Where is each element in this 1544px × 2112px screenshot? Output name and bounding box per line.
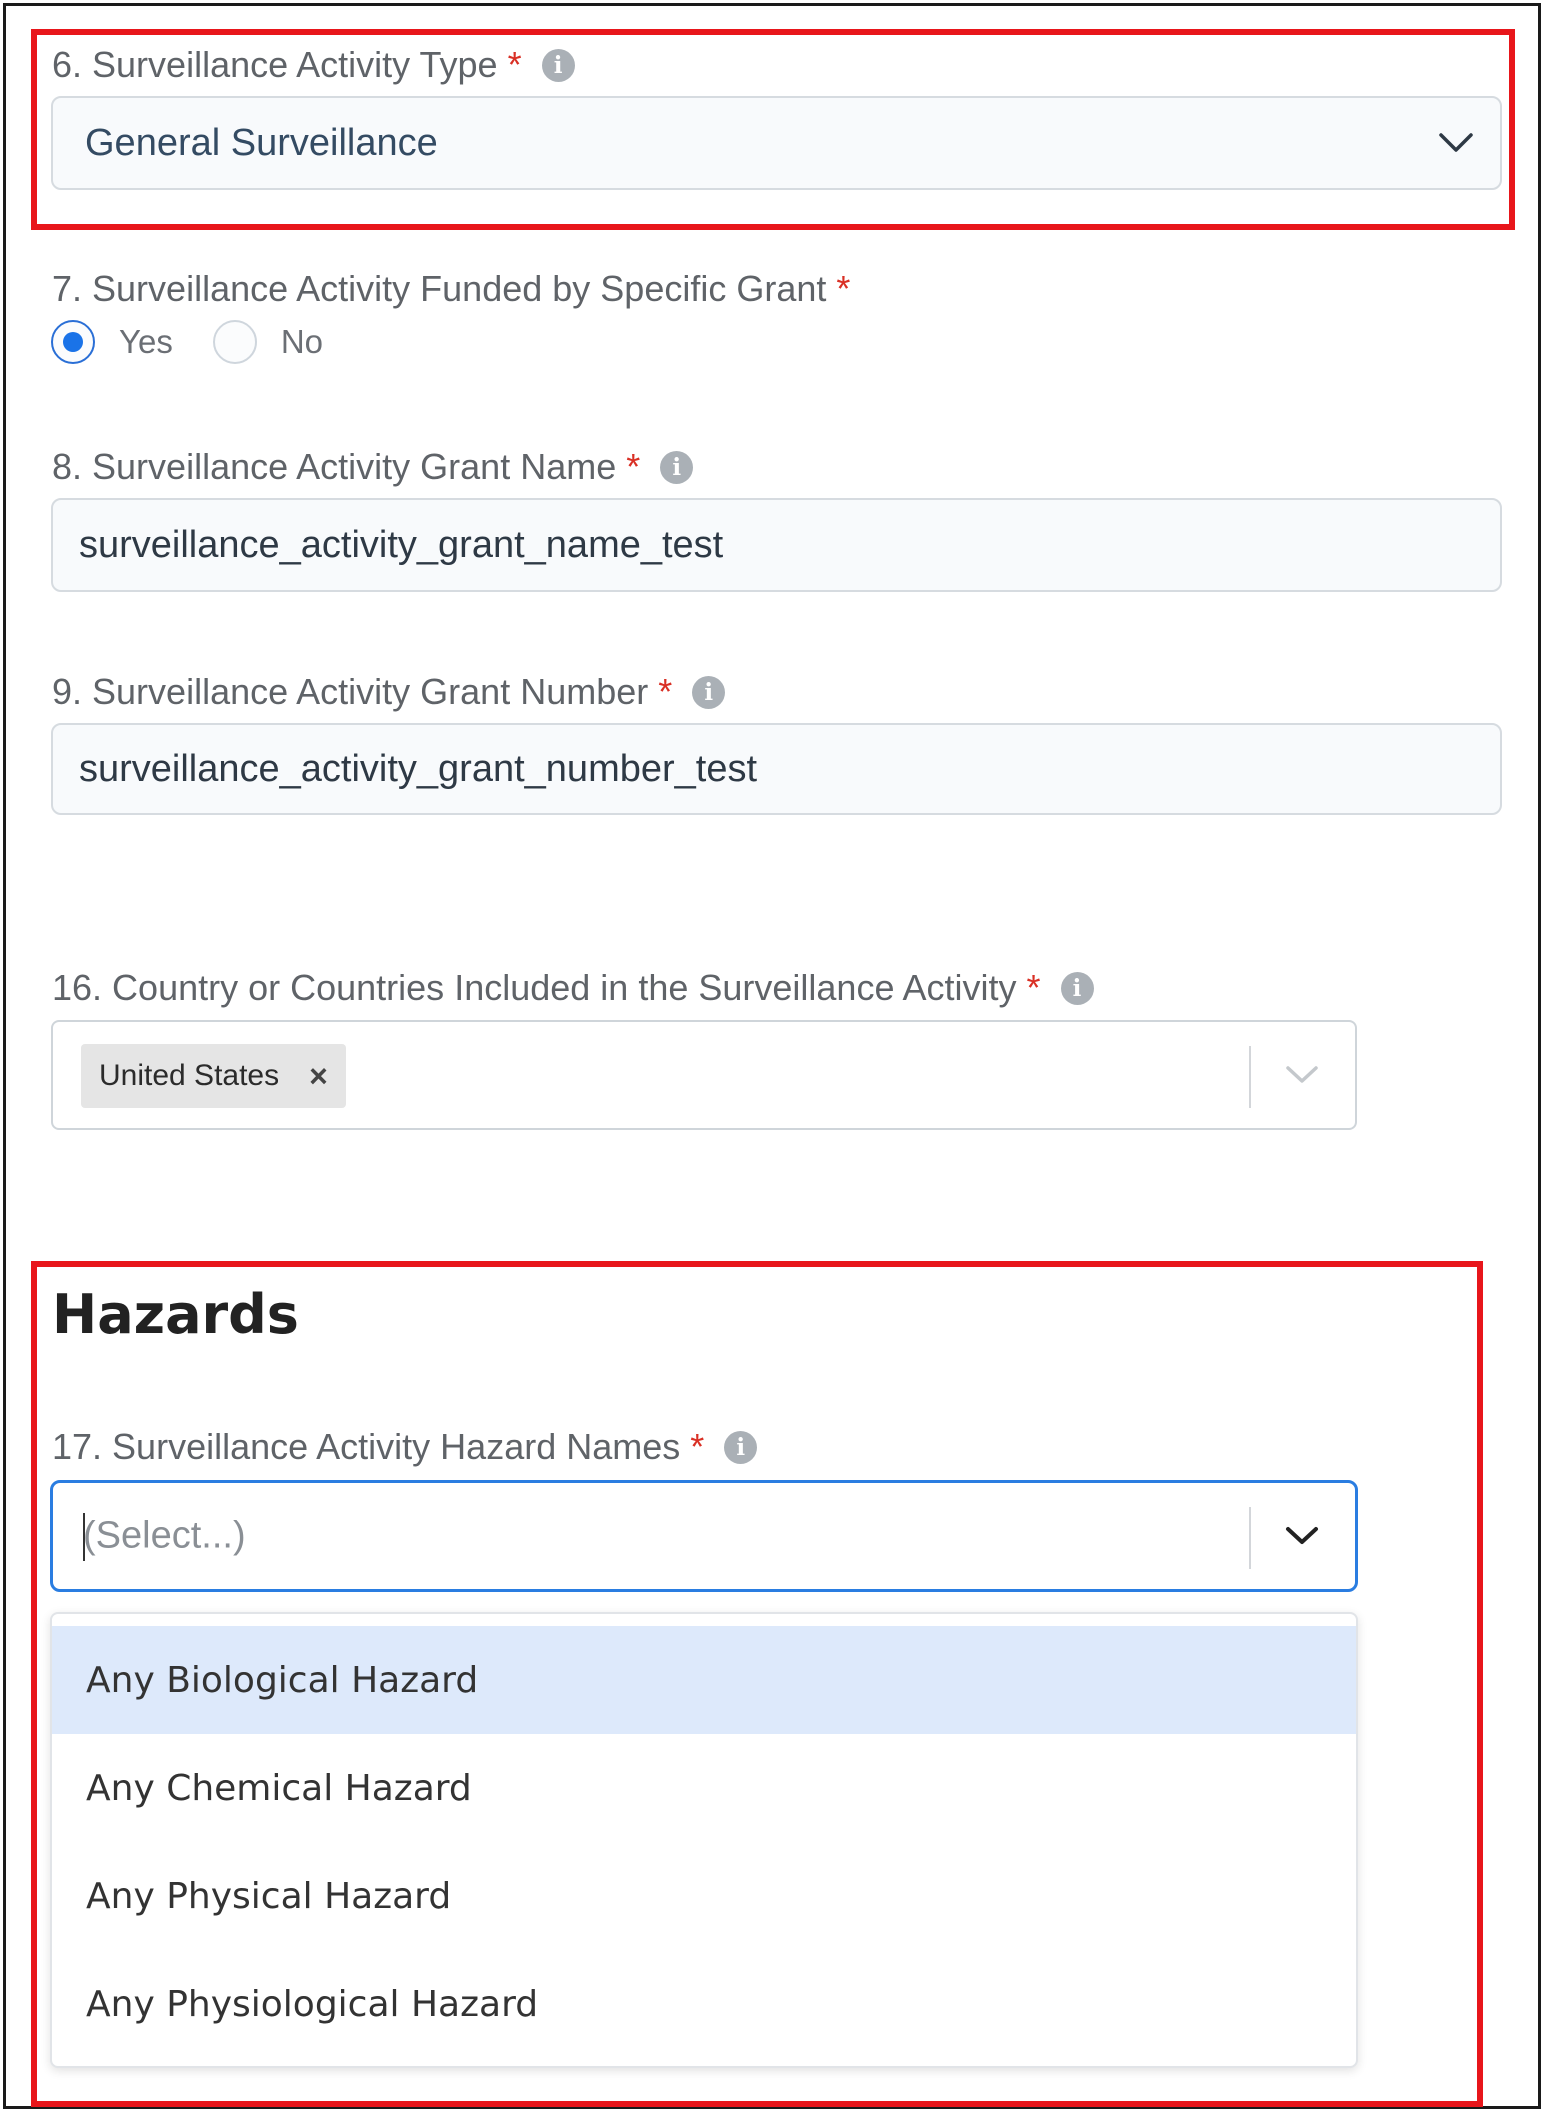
hazard-option[interactable]: Any Biological Hazard	[52, 1626, 1356, 1734]
grant-number-value: surveillance_activity_grant_number_test	[79, 747, 758, 790]
funded-by-grant-radio-group: Yes No	[51, 320, 323, 364]
required-mark: *	[836, 268, 851, 309]
grant-name-input[interactable]: surveillance_activity_grant_name_test	[51, 498, 1502, 592]
activity-type-label: 6. Surveillance Activity Type * i	[52, 44, 575, 86]
radio-yes-label[interactable]: Yes	[119, 323, 173, 361]
required-mark: *	[1026, 967, 1041, 1008]
hazard-option[interactable]: Any Chemical Hazard	[52, 1734, 1356, 1842]
close-icon[interactable]: ×	[309, 1058, 328, 1095]
country-chip: United States ×	[81, 1044, 346, 1108]
indicator-separator	[1249, 1046, 1251, 1108]
required-mark: *	[658, 671, 673, 712]
activity-type-label-text: 6. Surveillance Activity Type	[52, 44, 498, 85]
required-mark: *	[626, 446, 641, 487]
hazard-names-select[interactable]: (Select...)	[50, 1480, 1358, 1592]
grant-name-value: surveillance_activity_grant_name_test	[79, 523, 724, 566]
chevron-down-icon	[1439, 133, 1473, 152]
countries-multiselect[interactable]: United States ×	[51, 1020, 1357, 1130]
radio-no-label[interactable]: No	[281, 323, 323, 361]
activity-type-selected-value: General Surveillance	[85, 121, 438, 164]
grant-name-label: 8. Surveillance Activity Grant Name * i	[52, 446, 694, 488]
hazard-options-menu: Any Biological Hazard Any Chemical Hazar…	[50, 1612, 1358, 2068]
chevron-down-icon[interactable]	[1285, 1526, 1319, 1546]
indicator-separator	[1249, 1507, 1251, 1569]
required-mark: *	[507, 44, 522, 85]
info-icon[interactable]: i	[541, 48, 575, 82]
countries-label-text: 16. Country or Countries Included in the…	[52, 967, 1017, 1008]
funded-by-grant-label-text: 7. Surveillance Activity Funded by Speci…	[52, 268, 827, 309]
required-mark: *	[690, 1426, 705, 1467]
country-chip-label: United States	[99, 1059, 280, 1092]
info-icon[interactable]: i	[724, 1430, 758, 1464]
hazard-option[interactable]: Any Physical Hazard	[52, 1842, 1356, 1950]
info-icon[interactable]: i	[692, 675, 726, 709]
hazard-select-placeholder: (Select...)	[83, 1514, 246, 1557]
hazard-names-label: 17. Surveillance Activity Hazard Names *…	[52, 1426, 758, 1468]
countries-label: 16. Country or Countries Included in the…	[52, 967, 1094, 1009]
activity-type-select[interactable]: General Surveillance	[51, 96, 1502, 190]
info-icon[interactable]: i	[1060, 971, 1094, 1005]
info-icon[interactable]: i	[660, 450, 694, 484]
grant-number-label-text: 9. Surveillance Activity Grant Number	[52, 671, 649, 712]
grant-number-input[interactable]: surveillance_activity_grant_number_test	[51, 723, 1502, 815]
funded-by-grant-label: 7. Surveillance Activity Funded by Speci…	[52, 268, 850, 310]
grant-number-label: 9. Surveillance Activity Grant Number * …	[52, 671, 726, 713]
hazards-heading: Hazards	[52, 1283, 299, 1346]
hazard-names-label-text: 17. Surveillance Activity Hazard Names	[52, 1426, 681, 1467]
radio-no[interactable]	[212, 320, 257, 364]
radio-yes[interactable]	[51, 320, 95, 364]
hazard-option[interactable]: Any Physiological Hazard	[52, 1950, 1356, 2058]
grant-name-label-text: 8. Surveillance Activity Grant Name	[52, 446, 617, 487]
chevron-down-icon[interactable]	[1285, 1065, 1319, 1085]
